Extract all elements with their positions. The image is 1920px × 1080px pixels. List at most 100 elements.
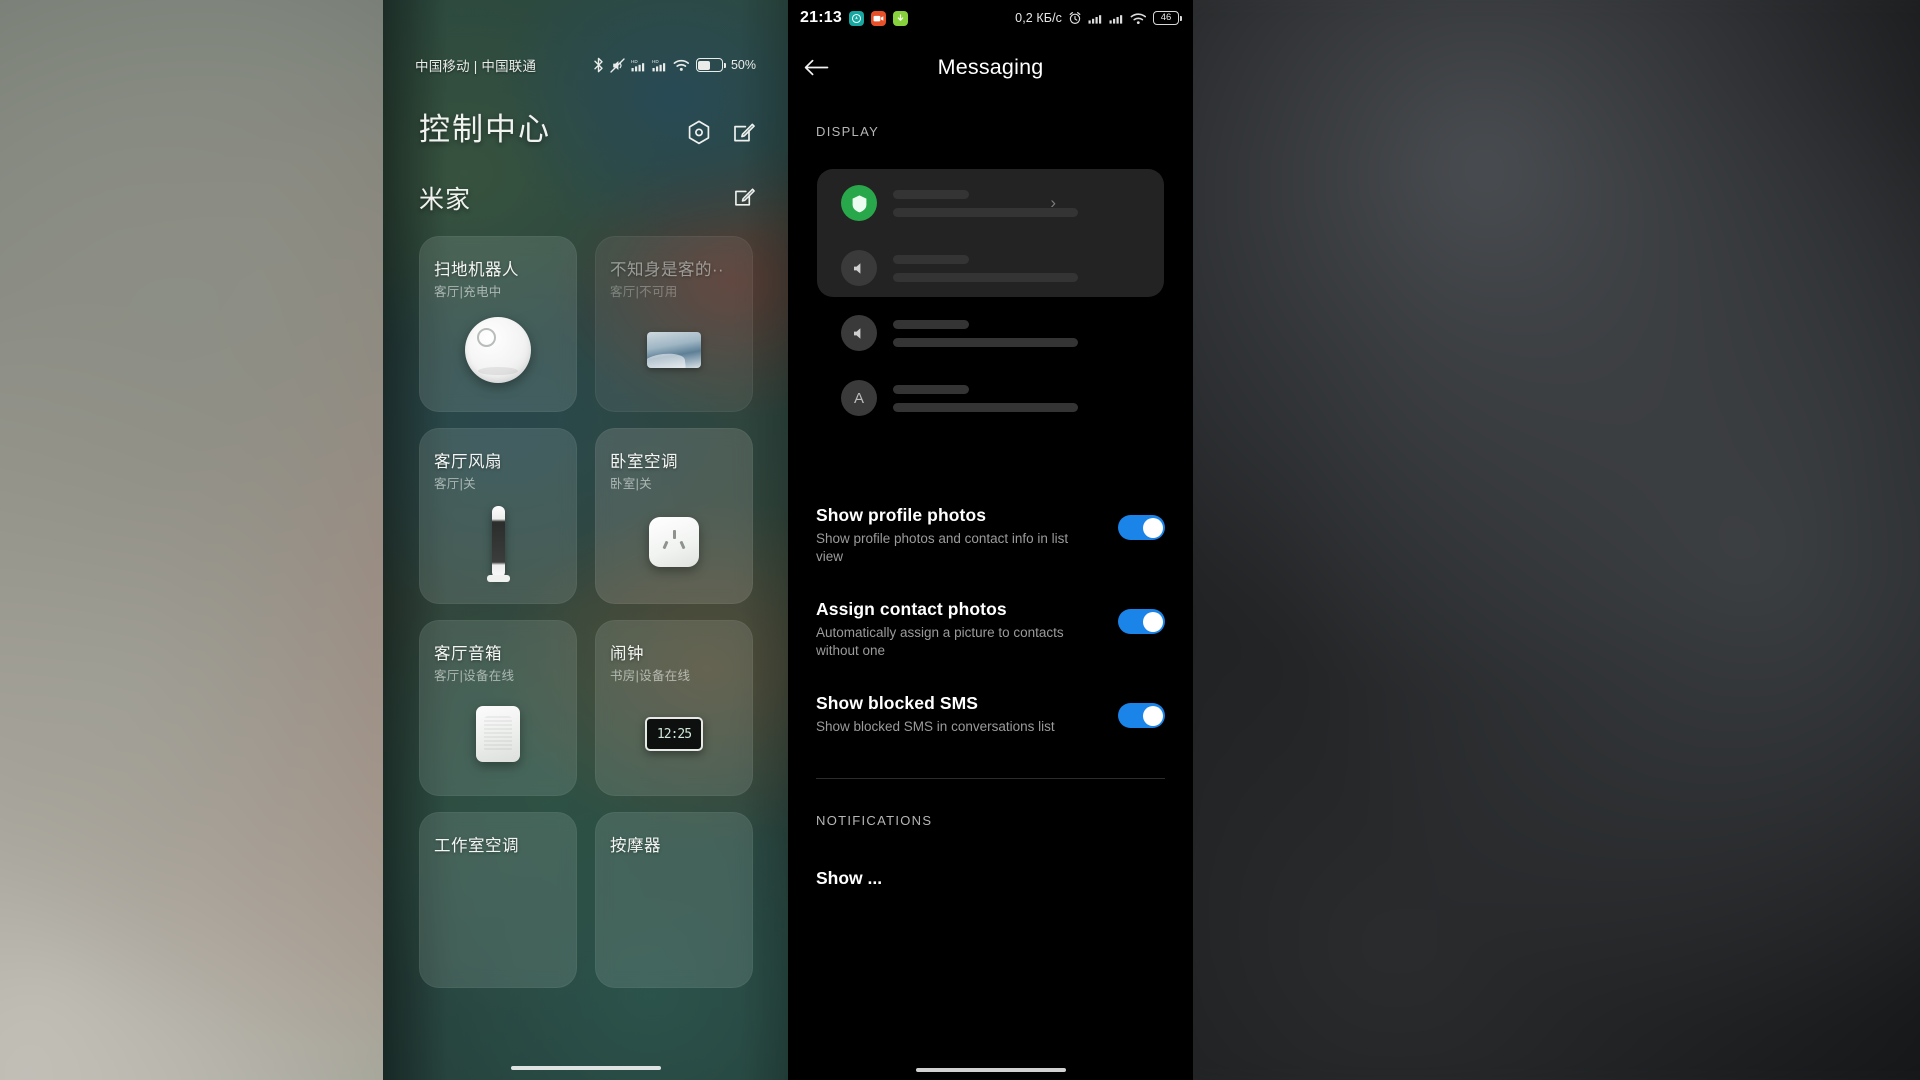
smart-speaker-icon <box>419 686 577 782</box>
card-title: 卧室空调 <box>610 453 678 471</box>
card-title: 闹钟 <box>610 645 644 663</box>
device-card-studio-ac[interactable]: 工作室空调 <box>419 812 577 988</box>
card-subtitle: 卧室|关 <box>610 477 652 491</box>
signal-1-icon <box>1088 15 1102 24</box>
preview-lines <box>893 254 1078 282</box>
toggle-assign-contact-photos[interactable] <box>1118 609 1165 634</box>
tower-fan-icon <box>419 494 577 590</box>
control-center-header-icons <box>687 120 756 146</box>
device-card-grid: 扫地机器人 客厅|充电中 不知身是客的·· 客厅|不可用 客厅风扇 客厅|关 卧… <box>419 236 754 988</box>
alarm-clock-icon: 12:25 <box>595 686 753 782</box>
left-status-bar: 中国移动 | 中国联通 HD HD 50% <box>383 52 788 78</box>
battery-percent-label: 50% <box>730 58 756 72</box>
back-button[interactable] <box>788 42 844 92</box>
wifi-icon <box>1130 12 1146 24</box>
alarm-icon <box>1069 12 1081 25</box>
device-card-alarm-clock[interactable]: 闹钟 书房|设备在线 12:25 <box>595 620 753 796</box>
signal-2-icon <box>1109 15 1123 24</box>
setting-title: Show blocked SMS <box>816 693 979 713</box>
section-divider <box>816 778 1165 779</box>
card-title: 扫地机器人 <box>434 261 519 279</box>
right-bottom-clip <box>788 1054 1193 1080</box>
section-header-notifications: NOTIFICATIONS <box>816 813 933 828</box>
preview-row-4: A <box>841 380 1078 416</box>
device-card-bedroom-ac[interactable]: 卧室空调 卧室|关 <box>595 428 753 604</box>
card-title: 按摩器 <box>610 837 661 855</box>
arrow-left-icon <box>804 59 828 75</box>
mute-speaker-icon <box>841 315 877 351</box>
card-subtitle: 书房|设备在线 <box>610 669 691 683</box>
card-title: 工作室空调 <box>434 837 519 855</box>
setting-row-show-blocked-sms[interactable]: Show blocked SMS Show blocked SMS in con… <box>816 693 1165 736</box>
download-icon <box>892 10 908 26</box>
card-subtitle: 客厅|不可用 <box>610 285 678 299</box>
battery-icon: 46 <box>1153 11 1183 25</box>
edit-icon[interactable] <box>733 122 756 145</box>
card-subtitle: 客厅|设备在线 <box>434 669 515 683</box>
clock-display: 12:25 <box>656 726 692 742</box>
card-subtitle: 客厅|关 <box>434 477 476 491</box>
backdrop-right-wallpaper <box>1140 0 1920 1080</box>
device-card-living-room-speaker[interactable]: 客厅音箱 客厅|设备在线 <box>419 620 577 796</box>
camera-icon <box>870 10 886 26</box>
carrier-label: 中国移动 | 中国联通 <box>415 59 537 74</box>
shield-icon <box>841 185 877 221</box>
preview-row-3 <box>841 315 1078 351</box>
card-subtitle: 客厅|充电中 <box>434 285 502 299</box>
robot-vacuum-icon <box>419 302 577 398</box>
mute-speaker-icon <box>841 250 877 286</box>
device-card-robot-vacuum[interactable]: 扫地机器人 客厅|充电中 <box>419 236 577 412</box>
toggle-show-blocked-sms[interactable] <box>1118 703 1165 728</box>
picture-frame-icon <box>595 302 753 398</box>
hexagon-settings-icon[interactable] <box>687 120 711 146</box>
setting-subtitle: Show profile photos and contact info in … <box>816 531 1069 564</box>
setting-row-show-profile-photos[interactable]: Show profile photos Show profile photos … <box>816 505 1165 566</box>
clock-label: 21:13 <box>800 9 842 26</box>
setting-row-assign-contact-photos[interactable]: Assign contact photos Automatically assi… <box>816 599 1165 660</box>
preview-lines <box>893 319 1078 347</box>
page-title: Messaging <box>937 54 1044 79</box>
preview-lines <box>893 384 1078 412</box>
network-speed-label: 0,2 КБ/с <box>1015 11 1062 25</box>
preview-row-2 <box>841 250 1078 286</box>
right-status-left: 21:13 <box>800 9 908 27</box>
bluetooth-icon <box>594 57 603 73</box>
right-status-icons: 0,2 КБ/с 46 <box>1015 11 1183 25</box>
wifi-icon <box>673 59 690 71</box>
left-phone-screen: 中国移动 | 中国联通 HD HD 50% 控制中心 米家 扫地机器人 客厅|充… <box>383 0 788 1080</box>
left-home-indicator[interactable] <box>510 1066 661 1070</box>
battery-level-label: 46 <box>1160 12 1172 24</box>
device-card-living-room-fan[interactable]: 客厅风扇 客厅|关 <box>419 428 577 604</box>
signal-2-icon: HD <box>652 59 666 72</box>
card-title: 不知身是客的·· <box>610 261 724 279</box>
messaging-app-bar: Messaging <box>788 42 1193 92</box>
toggle-show-profile-photos[interactable] <box>1118 515 1165 540</box>
device-card-picture-frame[interactable]: 不知身是客的·· 客厅|不可用 <box>595 236 753 412</box>
mijia-section-header: 米家 <box>419 180 756 216</box>
signal-1-icon: HD <box>631 59 645 72</box>
setting-row-partial[interactable]: Show ... <box>816 868 882 889</box>
right-phone-screen: 21:13 0,2 КБ/с 46 Messaging DISPLAY › A … <box>788 0 1193 1080</box>
right-status-bar: 21:13 0,2 КБ/с 46 <box>788 0 1193 36</box>
svg-text:HD: HD <box>631 59 638 64</box>
right-home-indicator[interactable] <box>915 1068 1066 1072</box>
svg-text:HD: HD <box>652 59 659 64</box>
card-title: 客厅音箱 <box>434 645 502 663</box>
mijia-edit-icon[interactable] <box>734 187 756 209</box>
device-card-massager[interactable]: 按摩器 <box>595 812 753 988</box>
conversation-preview-card[interactable]: › A <box>817 169 1164 416</box>
preview-row-1: › <box>841 185 1078 221</box>
setting-subtitle: Automatically assign a picture to contac… <box>816 625 1064 658</box>
smart-socket-icon <box>595 494 753 590</box>
mute-icon <box>610 57 625 73</box>
avatar-initial: A <box>853 389 864 407</box>
control-center-title: 控制中心 <box>419 112 551 147</box>
avatar-letter: A <box>841 380 877 416</box>
section-header-display: DISPLAY <box>816 124 880 139</box>
setting-title: Show profile photos <box>816 505 987 525</box>
left-status-icons: HD HD 50% <box>593 57 756 73</box>
chevron-right-icon: › <box>1050 193 1056 212</box>
setting-subtitle: Show blocked SMS in conversations list <box>816 719 1055 734</box>
battery-icon <box>695 58 726 72</box>
mijia-title: 米家 <box>419 186 472 214</box>
